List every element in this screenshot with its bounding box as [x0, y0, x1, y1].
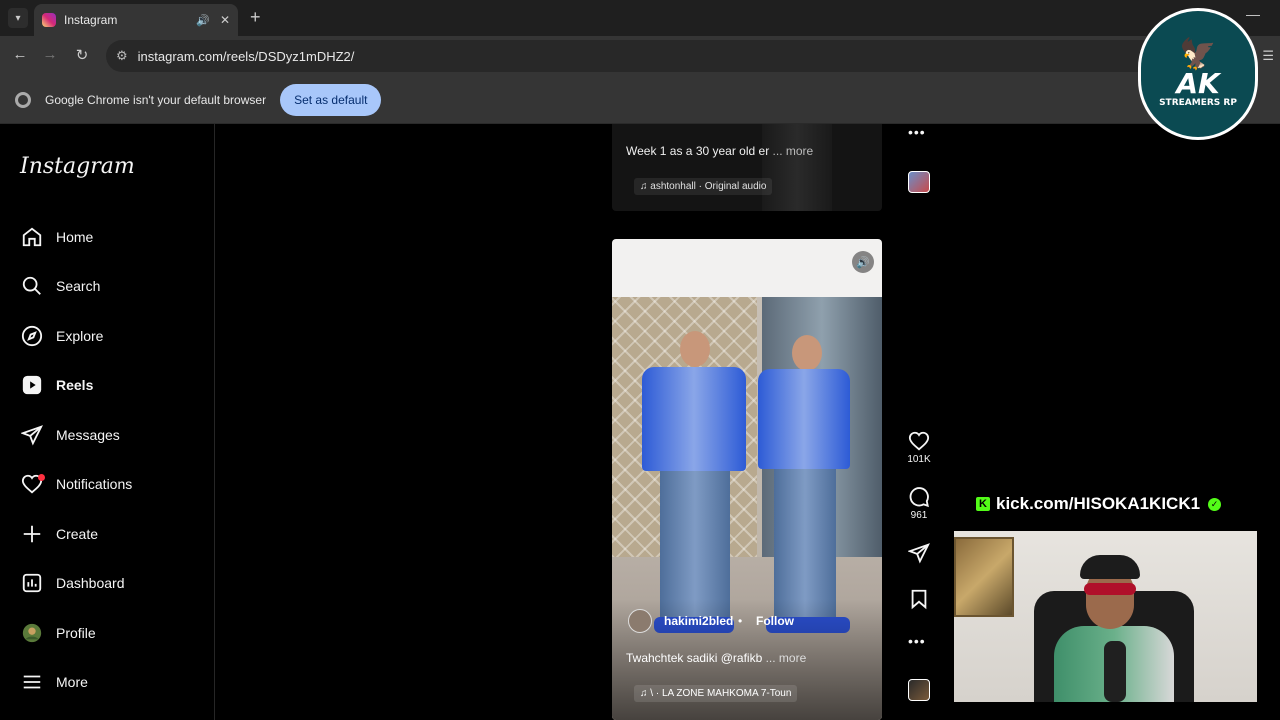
- speaker-icon[interactable]: 🔊: [196, 14, 210, 27]
- streamer-cap: [1080, 555, 1140, 579]
- set-default-button[interactable]: Set as default: [280, 83, 382, 116]
- notification-dot: [38, 474, 45, 481]
- tab-search-button[interactable]: ▾: [8, 8, 28, 28]
- microphone: [1104, 641, 1126, 702]
- browser-toolbar: ← → ↻ ⚙ instagram.com/reels/DSDyz1mDHZ2/…: [0, 36, 1280, 76]
- sidebar-item-label: Search: [56, 278, 101, 294]
- follow-button[interactable]: Follow: [756, 614, 794, 628]
- like-count: 101K: [907, 454, 931, 465]
- share-action[interactable]: [896, 542, 942, 564]
- sidebar-item-search[interactable]: Search: [20, 271, 200, 301]
- sidebar-item-label: Dashboard: [56, 575, 125, 591]
- sidebar-item-explore[interactable]: Explore: [20, 321, 200, 351]
- sidebar-item-label: Create: [56, 526, 99, 542]
- save-action[interactable]: [896, 588, 942, 610]
- audio-link[interactable]: ♫ \ · LA ZONE MAHKOMA 7-Toun: [634, 685, 798, 702]
- sidebar-item-messages[interactable]: Messages: [20, 420, 200, 450]
- tab-title: Instagram: [64, 13, 118, 27]
- caption-text: Week 1 as a 30 year old er: [626, 144, 770, 158]
- reel-caption[interactable]: Twahchtek sadiki @rafikb ... more: [626, 651, 806, 665]
- current-reel[interactable]: 🔊 hakimi2bled • Follow Twahchtek sadiki …: [612, 239, 882, 720]
- reel-caption[interactable]: Week 1 as a 30 year old er ... more: [626, 144, 813, 158]
- chrome-icon: [15, 91, 31, 108]
- instagram-logo[interactable]: Instagram: [20, 154, 135, 179]
- verified-icon: ✓: [1208, 497, 1222, 511]
- streamer-logo: 🦅 AK STREAMERS RP: [1138, 8, 1258, 140]
- kick-url: kick.com/HISOKA1KICK1: [996, 494, 1201, 513]
- bookmark-icon[interactable]: [896, 588, 942, 610]
- forward-arrow-icon[interactable]: →: [40, 46, 60, 63]
- sidebar-item-label: Home: [56, 229, 94, 245]
- caption-text: Twahchtek sadiki @rafikb: [626, 651, 763, 665]
- more-options-icon[interactable]: •••: [908, 124, 926, 140]
- sidebar-item-notifications[interactable]: Notifications: [20, 469, 200, 499]
- audio-thumbnail[interactable]: [908, 679, 930, 701]
- browser-tab[interactable]: Instagram 🔊 ✕: [34, 4, 238, 36]
- heart-icon: [20, 472, 45, 496]
- sidebar-item-label: Notifications: [56, 476, 133, 492]
- home-icon: [20, 225, 44, 249]
- infobar-message: Google Chrome isn't your default browser: [45, 92, 267, 107]
- close-icon[interactable]: ✕: [220, 13, 230, 27]
- sidebar-item-create[interactable]: Create: [20, 519, 200, 549]
- sidebar-item-label: Explore: [56, 328, 104, 344]
- minimize-icon[interactable]: —: [1246, 6, 1260, 22]
- sidebar-item-more[interactable]: More: [20, 667, 200, 697]
- search-icon: [20, 274, 44, 298]
- dashboard-icon: [20, 571, 44, 595]
- reading-list-icon[interactable]: ☰: [1262, 48, 1274, 64]
- separator-dot: •: [738, 614, 743, 628]
- sidebar-item-label: Profile: [56, 625, 96, 641]
- sidebar-item-reels[interactable]: Reels: [20, 370, 200, 400]
- avatar-icon: [20, 621, 44, 645]
- instagram-favicon-icon: [42, 13, 56, 27]
- audio-text: \ · LA ZONE MAHKOMA 7-Toun: [650, 688, 792, 699]
- plus-icon: [20, 522, 44, 546]
- video-frame: [762, 124, 832, 211]
- like-action[interactable]: 101K: [896, 430, 942, 465]
- reels-icon: [20, 373, 44, 397]
- avatar[interactable]: [628, 609, 652, 633]
- more-options-icon[interactable]: •••: [908, 633, 926, 649]
- comment-action[interactable]: 961: [896, 486, 942, 521]
- sidebar-item-home[interactable]: Home: [20, 222, 200, 252]
- browser-tabbar: ▾ Instagram 🔊 ✕ + —: [0, 0, 1280, 36]
- webcam-feed: [954, 531, 1257, 702]
- audio-text: ashtonhall · Original audio: [650, 181, 767, 192]
- url-text: instagram.com/reels/DSDyz1mDHZ2/: [137, 48, 355, 64]
- instagram-sidebar: Instagram Home Search Explore Reels Mess…: [0, 124, 215, 720]
- audio-thumbnail[interactable]: [908, 171, 930, 193]
- more-link[interactable]: ... more: [766, 651, 807, 665]
- comment-count: 961: [910, 510, 928, 521]
- address-bar[interactable]: ⚙ instagram.com/reels/DSDyz1mDHZ2/: [106, 40, 1226, 72]
- phoenix-icon: 🦅: [1179, 38, 1217, 71]
- previous-reel[interactable]: Week 1 as a 30 year old er ... more ♫ as…: [612, 124, 882, 211]
- sidebar-item-label: Messages: [56, 427, 120, 443]
- audio-link[interactable]: ♫ ashtonhall · Original audio: [634, 178, 773, 195]
- sidebar-item-label: Reels: [56, 377, 94, 393]
- compass-icon: [20, 324, 44, 348]
- kick-logo-icon: K: [976, 497, 990, 511]
- messages-icon: [20, 423, 44, 447]
- heart-icon[interactable]: [896, 430, 942, 452]
- speaker-icon[interactable]: 🔊: [852, 251, 874, 273]
- more-link[interactable]: ... more: [773, 144, 814, 158]
- share-icon[interactable]: [896, 542, 942, 564]
- logo-text: AK: [1176, 67, 1220, 100]
- sidebar-item-profile[interactable]: Profile: [20, 618, 200, 648]
- reload-icon[interactable]: ↻: [72, 46, 92, 64]
- logo-subtext: STREAMERS RP: [1159, 98, 1237, 108]
- new-tab-button[interactable]: +: [250, 8, 261, 26]
- menu-icon: [20, 670, 44, 694]
- comment-icon[interactable]: [896, 486, 942, 508]
- wall-painting: [954, 537, 1014, 617]
- back-arrow-icon[interactable]: ←: [10, 46, 30, 63]
- default-browser-infobar: Google Chrome isn't your default browser…: [0, 76, 1280, 124]
- sidebar-item-dashboard[interactable]: Dashboard: [20, 568, 200, 598]
- sidebar-item-label: More: [56, 674, 88, 690]
- kick-channel-overlay: K kick.com/HISOKA1KICK1 ✓: [976, 494, 1222, 514]
- reel-username[interactable]: hakimi2bled: [664, 614, 733, 628]
- sunglasses: [1084, 583, 1136, 595]
- site-info-icon[interactable]: ⚙: [116, 48, 128, 64]
